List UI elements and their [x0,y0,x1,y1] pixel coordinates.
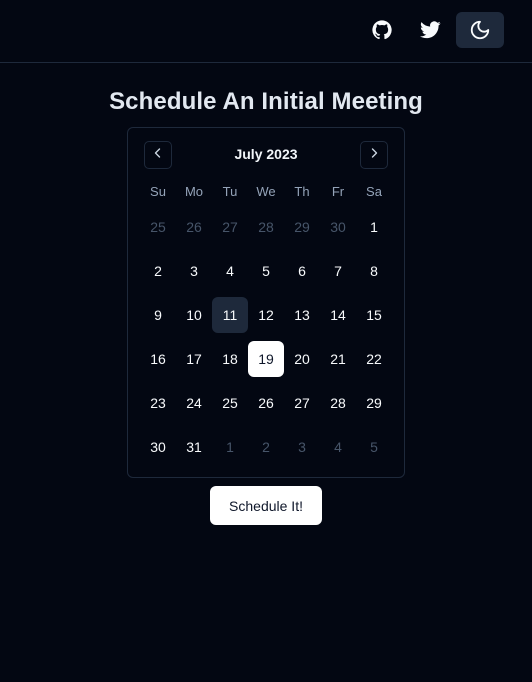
weekday-label: We [256,184,276,199]
day-grid: 25 26 27 28 29 30 1 2 3 4 5 6 7 8 9 10 11 12 13 14 15 16 17 18 1… [140,209,392,473]
weekday-label: Mo [184,184,204,199]
day-cell[interactable]: 1 [212,429,248,465]
weekday-label: Th [294,184,310,199]
schedule-button[interactable]: Schedule It! [210,486,322,525]
day-cell[interactable]: 27 [212,209,248,245]
weekday-header: Su Mo Tu We Th Fr Sa [140,184,392,199]
day-cell[interactable]: 9 [140,297,176,333]
weekday-label: Fr [331,184,345,199]
day-cell[interactable]: 6 [284,253,320,289]
day-cell[interactable]: 22 [356,341,392,377]
day-cell[interactable]: 3 [176,253,212,289]
page-title: Schedule An Initial Meeting [109,88,423,115]
day-cell[interactable]: 20 [284,341,320,377]
weekday-label: Tu [222,184,238,199]
chevron-right-icon [367,146,381,165]
day-cell-today[interactable]: 11 [212,297,248,333]
day-cell[interactable]: 12 [248,297,284,333]
day-cell[interactable]: 4 [320,429,356,465]
day-cell[interactable]: 14 [320,297,356,333]
moon-icon [469,19,491,41]
day-cell[interactable]: 3 [284,429,320,465]
twitter-icon [419,21,441,39]
day-cell[interactable]: 7 [320,253,356,289]
weekday-label: Sa [366,184,382,199]
day-cell[interactable]: 5 [248,253,284,289]
github-link[interactable] [358,12,406,48]
next-month-button[interactable] [360,141,388,169]
day-cell[interactable]: 29 [284,209,320,245]
day-cell[interactable]: 24 [176,385,212,421]
top-bar [0,0,532,63]
day-cell[interactable]: 16 [140,341,176,377]
day-cell[interactable]: 8 [356,253,392,289]
day-cell[interactable]: 21 [320,341,356,377]
day-cell[interactable]: 30 [320,209,356,245]
day-cell[interactable]: 10 [176,297,212,333]
day-cell[interactable]: 25 [140,209,176,245]
weekday-label: Su [150,184,166,199]
day-cell[interactable]: 4 [212,253,248,289]
calendar: July 2023 Su Mo Tu We Th Fr Sa 25 26 27 28 2… [127,127,405,478]
day-cell[interactable]: 2 [248,429,284,465]
day-cell[interactable]: 13 [284,297,320,333]
day-cell[interactable]: 25 [212,385,248,421]
day-cell[interactable]: 2 [140,253,176,289]
day-cell[interactable]: 1 [356,209,392,245]
day-cell[interactable]: 28 [248,209,284,245]
day-cell[interactable]: 18 [212,341,248,377]
day-cell[interactable]: 29 [356,385,392,421]
day-cell[interactable]: 17 [176,341,212,377]
day-cell-selected[interactable]: 19 [248,341,284,377]
day-cell[interactable]: 5 [356,429,392,465]
day-cell[interactable]: 30 [140,429,176,465]
day-cell[interactable]: 15 [356,297,392,333]
day-cell[interactable]: 28 [320,385,356,421]
github-icon [371,19,393,41]
theme-toggle-button[interactable] [456,12,504,48]
day-cell[interactable]: 27 [284,385,320,421]
day-cell[interactable]: 23 [140,385,176,421]
day-cell[interactable]: 26 [248,385,284,421]
day-cell[interactable]: 31 [176,429,212,465]
day-cell[interactable]: 26 [176,209,212,245]
twitter-link[interactable] [406,12,454,48]
